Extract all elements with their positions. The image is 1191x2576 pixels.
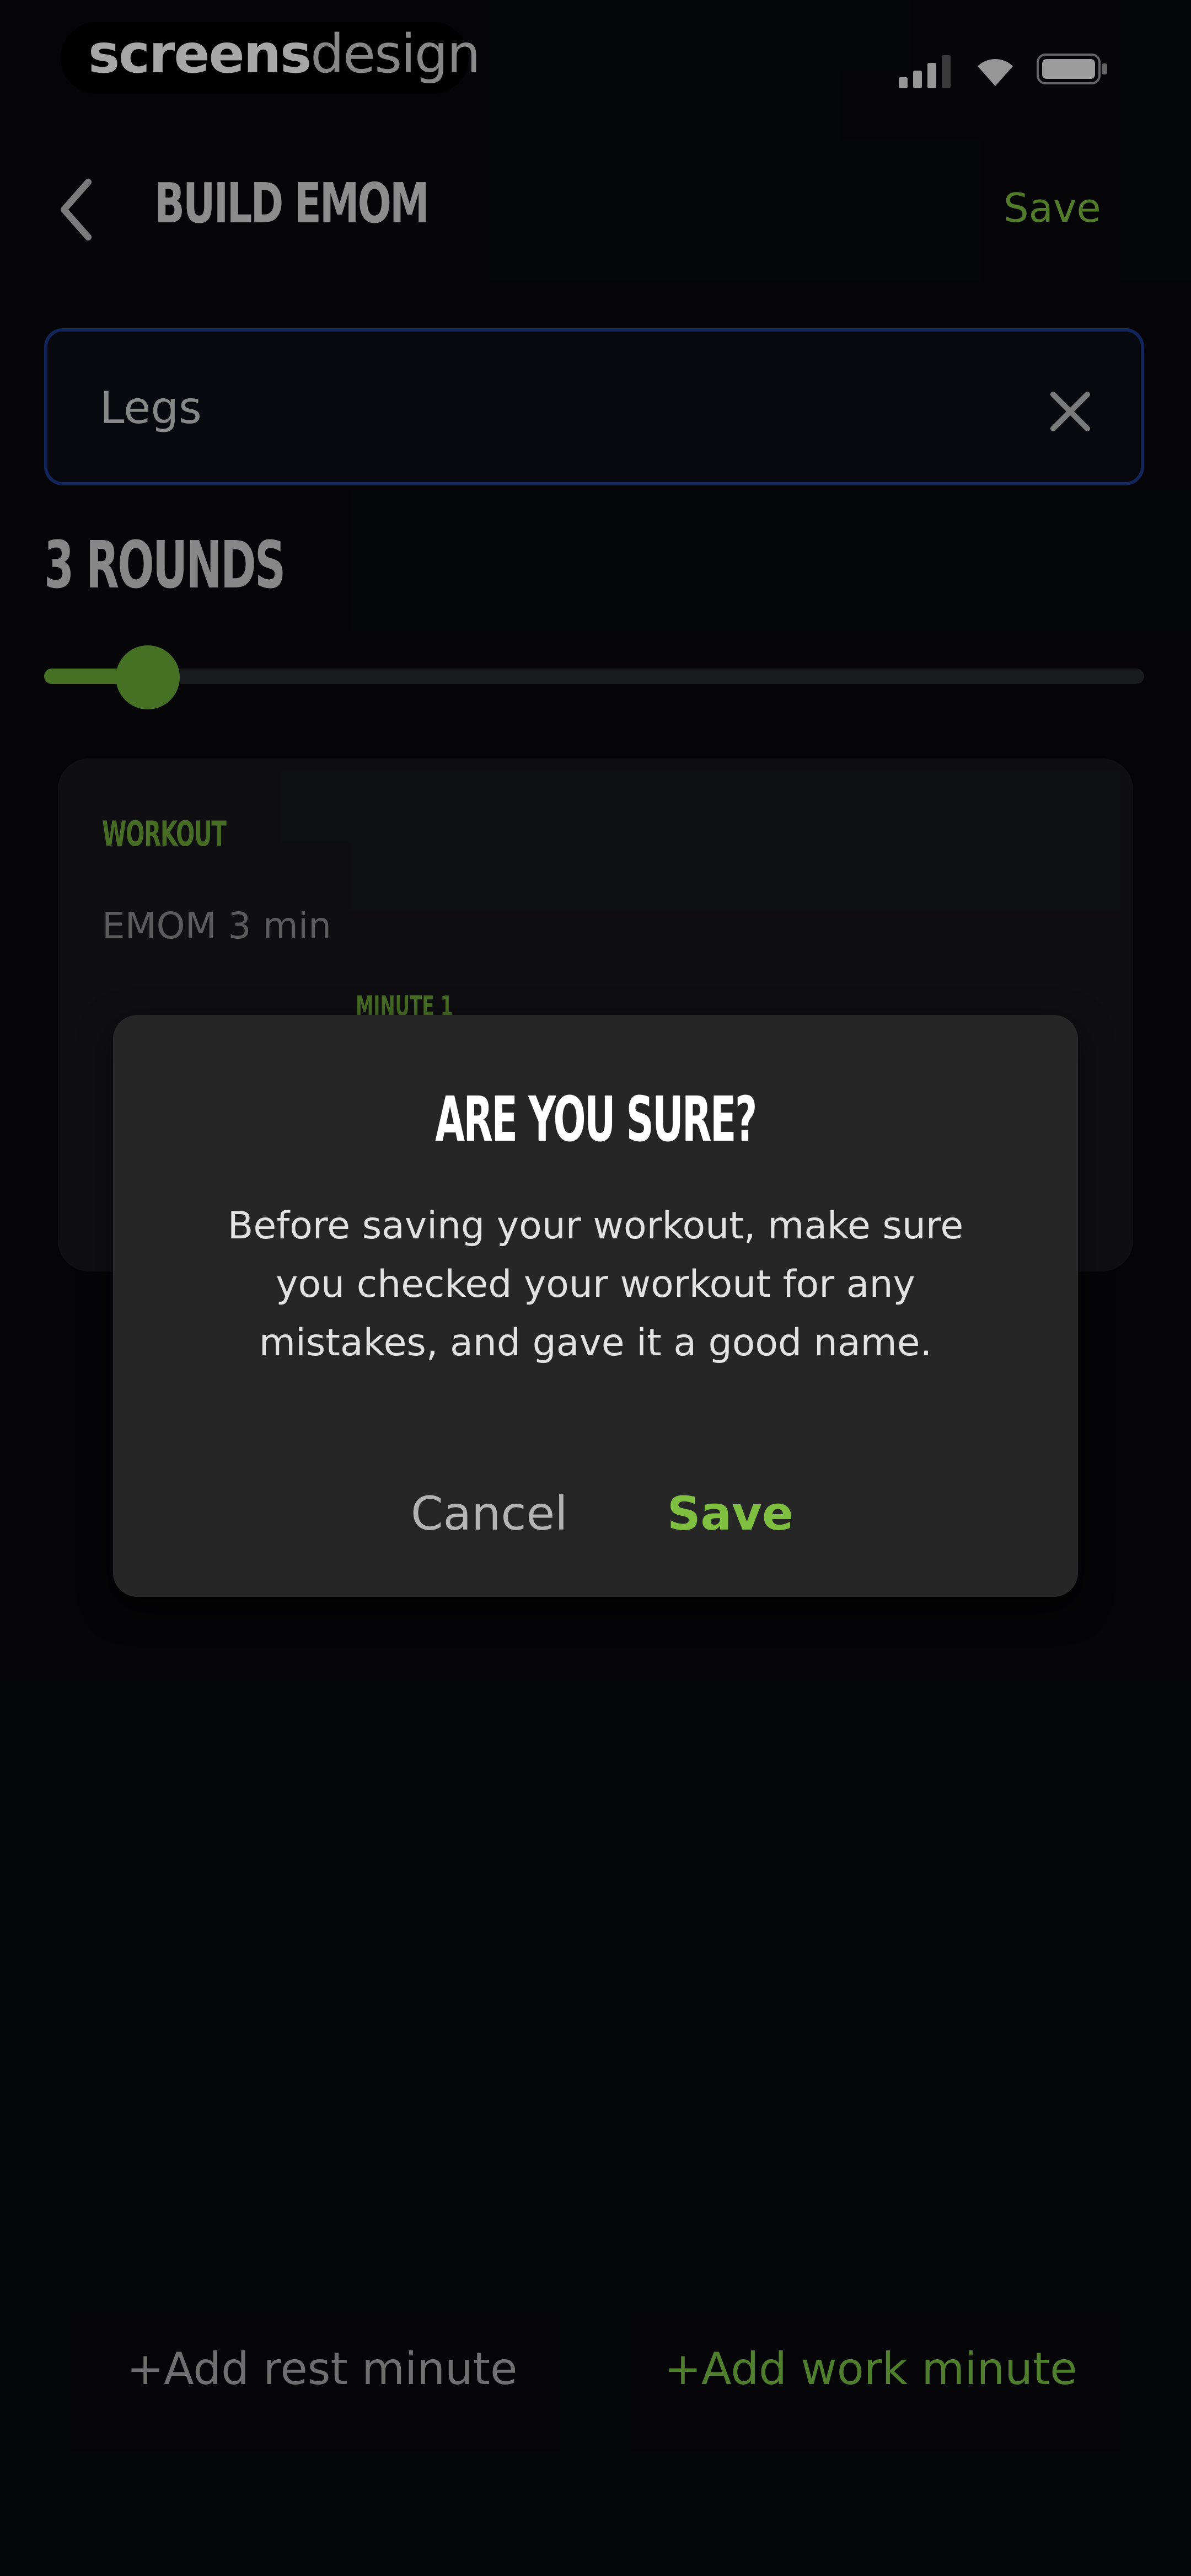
dialog-message: Before saving your workout, make sure yo… [227, 1204, 964, 1365]
dialog-save-button[interactable]: Save [667, 1487, 793, 1541]
dialog-title: ARE YOU SURE? [113, 1084, 1078, 1156]
confirm-dialog: ARE YOU SURE? Before saving your workout… [113, 1015, 1078, 1597]
add-rest-minute-button[interactable]: +Add rest minute [127, 2343, 517, 2395]
app-screen: screensdesign BUILD EMOM Save 3 ROUNDS [0, 0, 1191, 2576]
dialog-title-text: ARE YOU SURE? [435, 1084, 757, 1156]
add-work-minute-button[interactable]: +Add work minute [664, 2343, 1077, 2395]
dialog-cancel-button[interactable]: Cancel [411, 1487, 568, 1541]
